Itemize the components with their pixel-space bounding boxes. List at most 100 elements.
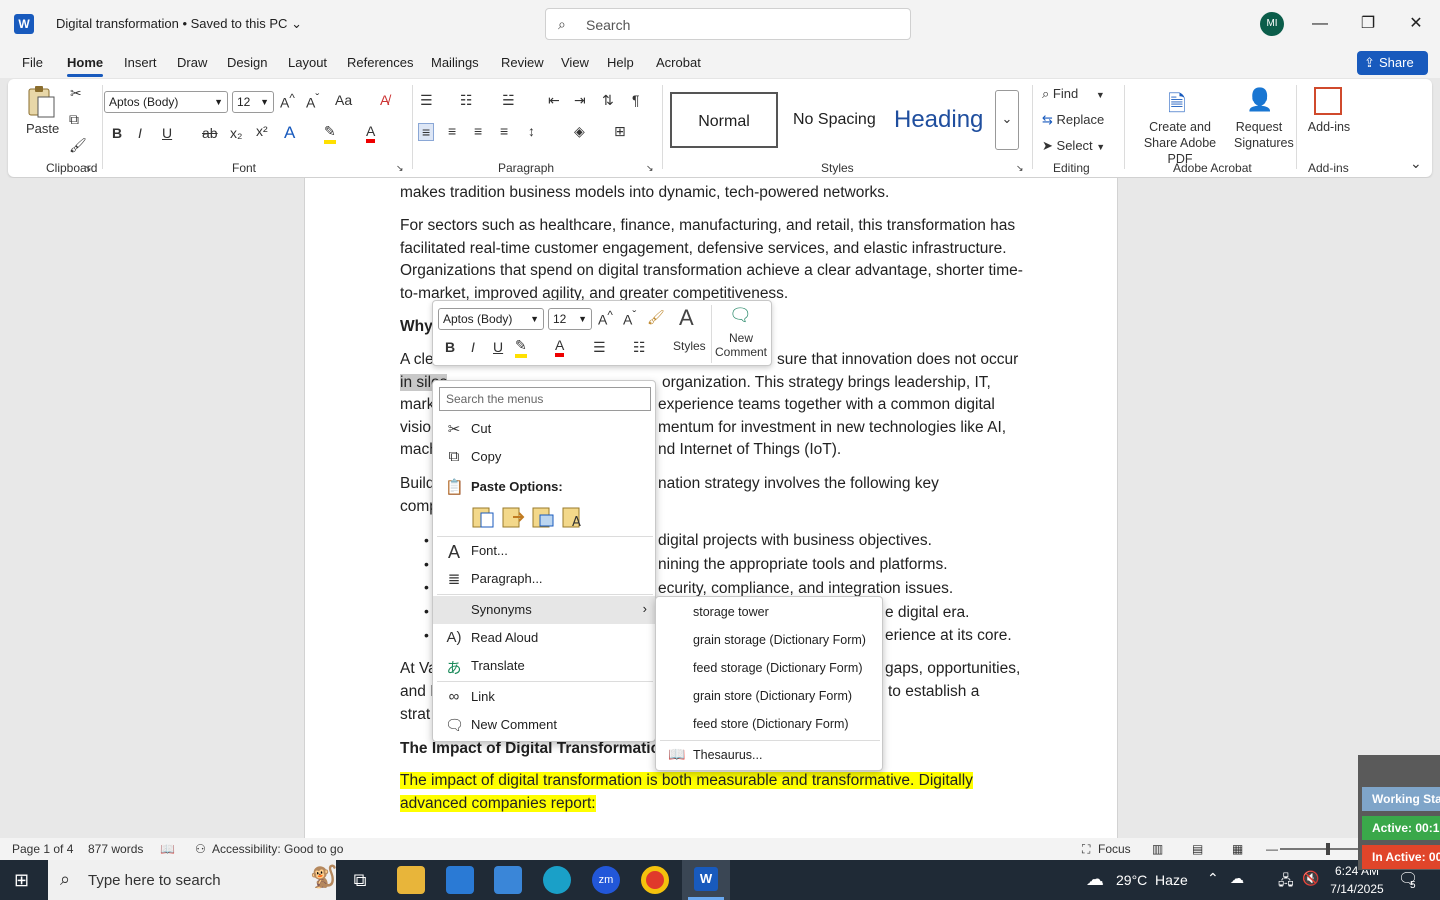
bullets-icon[interactable]: ☰ bbox=[420, 92, 433, 109]
style-normal[interactable]: Normal bbox=[670, 92, 778, 148]
styles-icon[interactable]: A bbox=[679, 305, 694, 331]
tab-insert[interactable]: Insert bbox=[124, 55, 157, 70]
italic-icon[interactable]: I bbox=[138, 125, 142, 141]
underline-icon[interactable]: U bbox=[162, 125, 172, 141]
menu-item-synonyms[interactable]: Synonyms › bbox=[433, 596, 655, 624]
signature-icon[interactable]: 👤 bbox=[1246, 87, 1273, 113]
avatar[interactable]: MI bbox=[1260, 12, 1284, 36]
thesaurus-item[interactable]: Thesaurus... bbox=[693, 748, 762, 762]
strikethrough-icon[interactable]: ab bbox=[202, 125, 218, 141]
create-pdf-button[interactable]: Create and Share Adobe PDF bbox=[1132, 119, 1228, 167]
proofing-icon[interactable]: 📖 bbox=[160, 842, 175, 856]
file-explorer-icon[interactable] bbox=[397, 866, 425, 894]
tab-acrobat[interactable]: Acrobat bbox=[656, 55, 701, 70]
style-heading[interactable]: Heading bbox=[884, 92, 996, 148]
decrease-indent-icon[interactable]: ⇤ bbox=[548, 92, 560, 109]
justify-icon[interactable]: ≡ bbox=[500, 123, 508, 139]
shrink-font-icon[interactable]: Aˇ bbox=[623, 309, 636, 328]
cut-icon[interactable]: ✂ bbox=[70, 85, 82, 102]
synonym-item[interactable]: grain store (Dictionary Form) bbox=[693, 689, 852, 703]
copy-icon[interactable]: ⧉ bbox=[69, 111, 79, 128]
styles-label[interactable]: Styles bbox=[673, 339, 706, 353]
microsoft-store-icon[interactable] bbox=[446, 866, 474, 894]
new-comment-label[interactable]: New Comment bbox=[715, 331, 767, 359]
document-title[interactable]: Digital transformation • Saved to this P… bbox=[56, 16, 302, 32]
windows-start-icon[interactable]: ⊞ bbox=[14, 870, 29, 891]
restore-icon[interactable]: ❐ bbox=[1353, 10, 1383, 38]
print-layout-icon[interactable]: ▤ bbox=[1192, 842, 1203, 856]
grow-font-icon[interactable]: A^ bbox=[280, 92, 295, 111]
zoom-out-icon[interactable]: — bbox=[1266, 842, 1278, 856]
superscript-icon[interactable]: x² bbox=[256, 123, 268, 139]
synonym-item[interactable]: feed store (Dictionary Form) bbox=[693, 717, 849, 731]
web-layout-icon[interactable]: ▦ bbox=[1232, 842, 1243, 856]
bullets-icon[interactable]: ☰ bbox=[593, 339, 606, 356]
highlight-icon[interactable]: ✎ bbox=[515, 337, 527, 358]
bold-icon[interactable]: B bbox=[445, 339, 455, 355]
menu-item-font[interactable]: A Font... bbox=[433, 537, 655, 565]
shrink-font-icon[interactable]: Aˇ bbox=[306, 92, 319, 111]
chrome-icon[interactable] bbox=[641, 866, 669, 894]
styles-more-icon[interactable]: ⌄ bbox=[995, 90, 1019, 150]
synonym-item[interactable]: storage tower bbox=[693, 605, 769, 619]
tab-review[interactable]: Review bbox=[501, 55, 544, 70]
increase-indent-icon[interactable]: ⇥ bbox=[574, 92, 586, 109]
request-signatures-button[interactable]: Request Signatures bbox=[1234, 119, 1294, 151]
menu-item-read-aloud[interactable]: A) Read Aloud bbox=[433, 624, 655, 652]
zoom-slider[interactable] bbox=[1280, 848, 1360, 850]
weather-text[interactable]: 29°C Haze bbox=[1116, 872, 1188, 888]
dialog-launcher-icon[interactable]: ↘ bbox=[396, 163, 404, 174]
paste-button[interactable] bbox=[26, 85, 56, 118]
align-left-icon[interactable]: ≡ bbox=[418, 123, 435, 141]
word-count[interactable]: 877 words bbox=[88, 842, 143, 856]
underline-icon[interactable]: U bbox=[493, 339, 503, 355]
bold-icon[interactable]: B bbox=[112, 125, 122, 141]
italic-icon[interactable]: I bbox=[471, 339, 475, 355]
select-button[interactable]: ➤ Select ▼ bbox=[1042, 138, 1105, 154]
clear-formatting-icon[interactable]: A̸ bbox=[380, 92, 389, 108]
add-ins-icon[interactable] bbox=[1314, 87, 1342, 115]
dialog-launcher-icon[interactable]: ↘ bbox=[1016, 163, 1024, 174]
paste-keep-source-icon[interactable] bbox=[471, 505, 495, 529]
synonym-item[interactable]: feed storage (Dictionary Form) bbox=[693, 661, 863, 675]
read-mode-icon[interactable]: ▥ bbox=[1152, 842, 1163, 856]
taskbar-search[interactable]: ⌕ Type here to search 🐒 bbox=[48, 860, 337, 900]
font-color-icon[interactable]: A bbox=[555, 337, 565, 357]
font-size-combo[interactable]: 12 ▼ bbox=[232, 91, 274, 113]
multilevel-list-icon[interactable]: ☱ bbox=[502, 92, 515, 109]
network-icon[interactable]: 🖧 bbox=[1278, 870, 1294, 894]
numbering-icon[interactable]: ☷ bbox=[633, 339, 646, 356]
zoom-slider-thumb[interactable] bbox=[1326, 843, 1330, 855]
volume-icon[interactable]: 🔇 bbox=[1302, 870, 1319, 887]
chevron-up-icon[interactable]: ⌃ bbox=[1207, 870, 1219, 887]
tab-file[interactable]: File bbox=[22, 55, 43, 70]
menu-item-link[interactable]: ∞ Link bbox=[433, 683, 655, 711]
menu-item-new-comment[interactable]: 🗨 New Comment bbox=[433, 711, 655, 739]
align-center-icon[interactable]: ≡ bbox=[448, 123, 456, 139]
tab-home[interactable]: Home bbox=[67, 55, 104, 77]
align-right-icon[interactable]: ≡ bbox=[474, 123, 482, 139]
paste-text-only-icon[interactable]: A bbox=[561, 505, 585, 530]
tab-references[interactable]: References bbox=[347, 55, 413, 70]
dialog-launcher-icon[interactable]: ↘ bbox=[646, 163, 654, 174]
paste-picture-icon[interactable] bbox=[531, 505, 555, 529]
page-count[interactable]: Page 1 of 4 bbox=[12, 842, 73, 856]
tab-layout[interactable]: Layout bbox=[288, 55, 327, 70]
tab-help[interactable]: Help bbox=[607, 55, 634, 70]
font-name-combo[interactable]: Aptos (Body) ▼ bbox=[438, 308, 544, 330]
share-button[interactable]: ⇪ Share bbox=[1357, 51, 1428, 75]
add-ins-button[interactable]: Add-ins bbox=[1306, 120, 1352, 134]
search-box[interactable]: ⌕ Search bbox=[545, 8, 911, 40]
synonym-item[interactable]: grain storage (Dictionary Form) bbox=[693, 633, 866, 647]
menu-item-cut[interactable]: ✂ Cut bbox=[433, 415, 655, 443]
grow-font-icon[interactable]: A^ bbox=[598, 309, 613, 328]
numbering-icon[interactable]: ☷ bbox=[460, 92, 473, 109]
focus-button[interactable]: Focus bbox=[1098, 842, 1131, 856]
new-comment-icon[interactable]: 🗨 bbox=[729, 305, 752, 326]
change-case-icon[interactable]: Aa bbox=[335, 92, 352, 108]
text-effects-icon[interactable]: A bbox=[284, 123, 295, 143]
show-marks-icon[interactable]: ¶ bbox=[632, 92, 640, 108]
menu-item-translate[interactable]: あ Translate bbox=[433, 652, 655, 680]
mail-icon[interactable] bbox=[494, 866, 522, 894]
onedrive-icon[interactable]: ☁ bbox=[1230, 870, 1244, 887]
